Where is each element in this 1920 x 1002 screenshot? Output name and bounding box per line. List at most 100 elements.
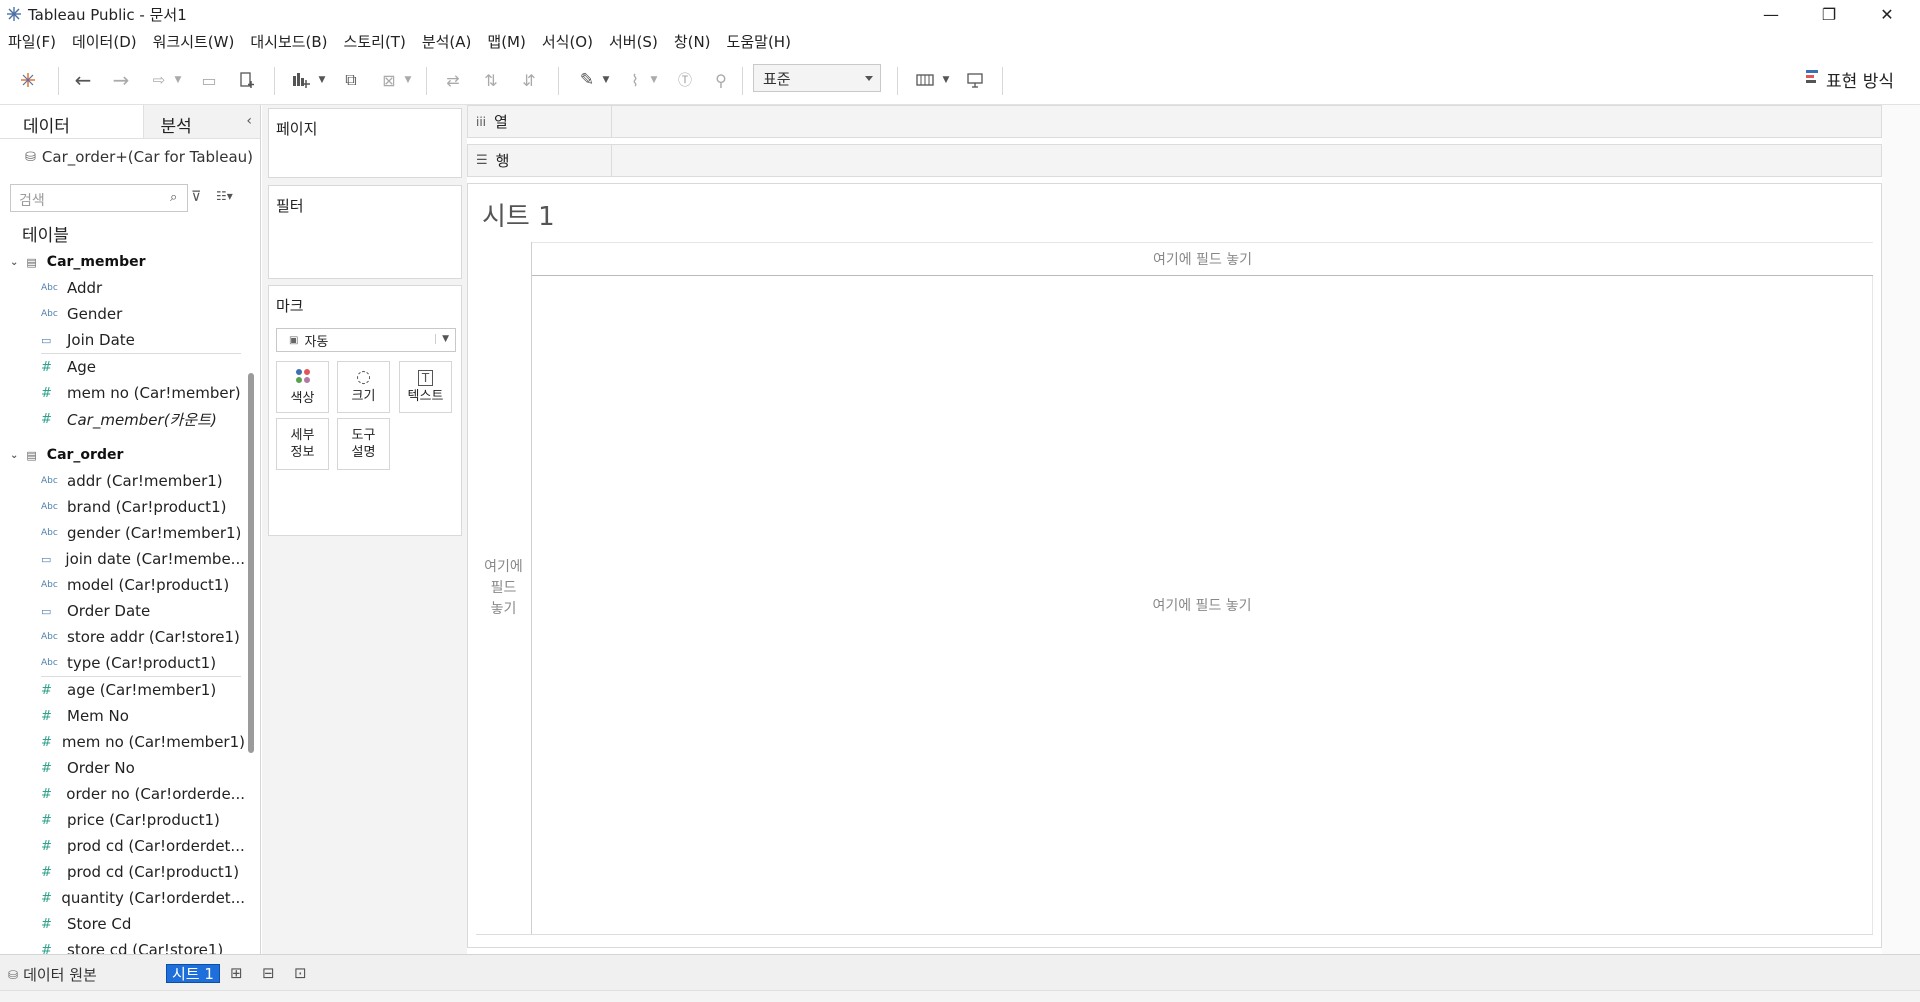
show-me-button[interactable]: 표현 방식: [1805, 67, 1894, 92]
show-cards-dropdown-icon[interactable]: ▼: [940, 67, 952, 93]
tab-data[interactable]: 데이터: [0, 105, 143, 138]
field-item[interactable]: Abc type (Car!product1): [0, 650, 245, 676]
menu-story[interactable]: 스토리(T): [336, 31, 414, 52]
replay-dropdown-icon[interactable]: ▼: [172, 67, 184, 93]
field-item[interactable]: # prod cd (Car!orderdet...: [0, 833, 245, 859]
replay-icon[interactable]: ⇨: [146, 67, 172, 93]
minimize-button[interactable]: —: [1742, 0, 1800, 28]
redo-icon[interactable]: →: [108, 67, 134, 93]
rows-shelf[interactable]: ☰ 행: [467, 144, 1882, 177]
datasource-tab[interactable]: ⛁ 데이터 원본: [8, 964, 97, 985]
chevron-down-icon[interactable]: ⌄: [10, 257, 18, 268]
collapse-pane-icon[interactable]: ‹: [246, 113, 252, 129]
field-item[interactable]: Abc gender (Car!member1): [0, 520, 245, 546]
save-icon[interactable]: ▭: [196, 67, 222, 93]
columns-shelf[interactable]: iii 열: [467, 105, 1882, 138]
field-item[interactable]: # Mem No: [0, 703, 245, 729]
field-item[interactable]: Abc Gender: [0, 301, 245, 327]
new-worksheet-icon[interactable]: [288, 67, 314, 93]
mark-type-select[interactable]: ▣ 자동 ▼: [276, 328, 456, 352]
close-button[interactable]: ✕: [1858, 0, 1916, 28]
string-icon: Abc: [41, 528, 58, 538]
mark-color-button[interactable]: 색상: [276, 361, 329, 413]
presentation-mode-icon[interactable]: [962, 67, 988, 93]
menu-window[interactable]: 창(N): [666, 31, 719, 52]
number-icon: #: [41, 864, 52, 880]
sheet-title[interactable]: 시트 1: [482, 196, 555, 233]
field-item[interactable]: # Order No: [0, 755, 245, 781]
mark-auto-icon: ▣: [289, 334, 299, 346]
highlight-dropdown-icon[interactable]: ▼: [600, 67, 612, 93]
new-worksheet-dropdown-icon[interactable]: ▼: [316, 67, 328, 93]
clear-dropdown-icon[interactable]: ▼: [402, 67, 414, 93]
table-header-car-order[interactable]: ⌄ ▤ Car_order: [0, 442, 245, 468]
fit-select[interactable]: 표준: [753, 64, 881, 92]
field-item[interactable]: # prod cd (Car!product1): [0, 859, 245, 885]
field-item[interactable]: # store cd (Car!store1): [0, 937, 245, 954]
mark-size-button[interactable]: ◌ 크기: [337, 361, 390, 413]
show-labels-icon[interactable]: Ⓣ: [672, 67, 698, 93]
field-item[interactable]: # Age: [0, 354, 245, 380]
row-drop-zone[interactable]: 여기에 필드 놓기: [476, 242, 532, 934]
sort-descending-icon[interactable]: ⇵: [516, 67, 542, 93]
filters-card[interactable]: 필터: [268, 185, 462, 279]
menu-analysis[interactable]: 분석(A): [414, 31, 480, 52]
field-item[interactable]: # mem no (Car!member1): [0, 729, 245, 755]
mark-detail-button[interactable]: 세부 정보: [276, 418, 329, 470]
field-item[interactable]: ▭ join date (Car!membe...: [0, 546, 245, 572]
field-item[interactable]: # Car_member(카운트): [0, 406, 245, 432]
group-icon[interactable]: ⌇: [622, 67, 648, 93]
chevron-down-icon[interactable]: ⌄: [10, 450, 18, 461]
filter-icon[interactable]: ⊽: [191, 189, 201, 205]
field-item[interactable]: Abc model (Car!product1): [0, 572, 245, 598]
field-item[interactable]: ▭ Join Date: [0, 327, 245, 353]
mark-tooltip-button[interactable]: 도구 설명: [337, 418, 390, 470]
duplicate-sheet-icon[interactable]: ⧉: [338, 67, 364, 93]
datasource-item[interactable]: ⛁ Car_order+(Car for Tableau): [0, 139, 260, 175]
clear-sheet-icon[interactable]: ⊠: [376, 67, 402, 93]
group-dropdown-icon[interactable]: ▼: [648, 67, 660, 93]
scrollbar-thumb[interactable]: [248, 373, 254, 753]
pages-card[interactable]: 페이지: [268, 108, 462, 178]
view-options-icon[interactable]: ☷▾: [216, 189, 233, 203]
field-item[interactable]: # mem no (Car!member): [0, 380, 245, 406]
new-datasource-icon[interactable]: [234, 67, 260, 93]
menu-data[interactable]: 데이터(D): [64, 31, 145, 52]
swap-icon[interactable]: ⇄: [440, 67, 466, 93]
menu-map[interactable]: 맵(M): [479, 31, 533, 52]
number-icon: #: [41, 786, 52, 802]
menu-format[interactable]: 서식(O): [534, 31, 601, 52]
new-worksheet-icon[interactable]: ⊞: [230, 964, 243, 982]
highlight-icon[interactable]: ✎: [574, 67, 600, 93]
show-cards-icon[interactable]: [912, 67, 938, 93]
field-item[interactable]: # age (Car!member1): [0, 677, 245, 703]
column-drop-zone[interactable]: 여기에 필드 놓기: [532, 242, 1873, 276]
undo-icon[interactable]: ←: [70, 67, 96, 93]
sort-ascending-icon[interactable]: ⇅: [478, 67, 504, 93]
menu-worksheet[interactable]: 워크시트(W): [145, 31, 243, 52]
field-item[interactable]: Abc Addr: [0, 275, 245, 301]
tab-analytics[interactable]: 분석 ‹: [143, 105, 260, 138]
menu-help[interactable]: 도움말(H): [719, 31, 799, 52]
restore-button[interactable]: ❐: [1800, 0, 1858, 28]
field-item[interactable]: # quantity (Car!orderdet...: [0, 885, 245, 911]
sheet-tab-active[interactable]: 시트 1: [166, 964, 220, 983]
field-item[interactable]: # price (Car!product1): [0, 807, 245, 833]
field-item[interactable]: # order no (Car!orderde...: [0, 781, 245, 807]
new-story-icon[interactable]: ⊡: [294, 964, 307, 982]
menu-server[interactable]: 서버(S): [601, 31, 666, 52]
search-input[interactable]: 검색: [10, 184, 188, 212]
field-item[interactable]: Abc addr (Car!member1): [0, 468, 245, 494]
menu-file[interactable]: 파일(F): [0, 31, 64, 52]
fix-axes-icon[interactable]: ⚲: [708, 67, 734, 93]
field-item[interactable]: # Store Cd: [0, 911, 245, 937]
field-item[interactable]: Abc brand (Car!product1): [0, 494, 245, 520]
main-drop-zone[interactable]: 여기에 필드 놓기: [532, 276, 1873, 934]
mark-text-button[interactable]: T 텍스트: [399, 361, 452, 413]
field-item[interactable]: Abc store addr (Car!store1): [0, 624, 245, 650]
tableau-home-icon[interactable]: [16, 67, 40, 93]
new-dashboard-icon[interactable]: ⊟: [262, 964, 275, 982]
table-header-car-member[interactable]: ⌄ ▤ Car_member: [0, 249, 245, 275]
menu-dashboard[interactable]: 대시보드(B): [242, 31, 335, 52]
field-item[interactable]: ▭ Order Date: [0, 598, 245, 624]
